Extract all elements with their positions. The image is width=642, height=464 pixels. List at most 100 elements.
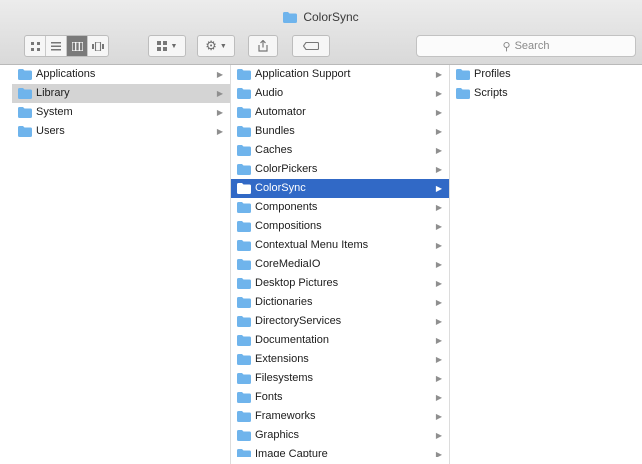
window-toolbar: ColorSync ▼ ⚙ ▼ ⚲ Search xyxy=(0,0,642,65)
chevron-right-icon: ▶ xyxy=(216,89,223,98)
folder-label: Contextual Menu Items xyxy=(255,239,369,251)
folder-row[interactable]: Dictionaries ▶ xyxy=(231,293,449,312)
folder-row[interactable]: CoreMediaIO ▶ xyxy=(231,255,449,274)
folder-icon xyxy=(237,69,251,80)
folder-icon xyxy=(237,202,251,213)
folder-row[interactable]: ColorPickers ▶ xyxy=(231,160,449,179)
chevron-right-icon: ▶ xyxy=(435,146,442,155)
column-view-button[interactable] xyxy=(67,36,88,56)
chevron-right-icon: ▶ xyxy=(435,279,442,288)
folder-icon xyxy=(18,88,32,99)
folder-row[interactable]: Applications ▶ xyxy=(12,65,230,84)
chevron-down-icon: ▼ xyxy=(170,42,178,50)
folder-row[interactable]: Automator ▶ xyxy=(231,103,449,122)
folder-label: Bundles xyxy=(255,125,295,137)
folder-row[interactable]: Scripts xyxy=(450,84,642,103)
folder-label: Scripts xyxy=(474,87,508,99)
folder-label: Audio xyxy=(255,87,284,99)
chevron-right-icon: ▶ xyxy=(435,355,442,364)
folder-label: Compositions xyxy=(255,220,322,232)
folder-row[interactable]: Graphics ▶ xyxy=(231,426,449,445)
folder-row[interactable]: Image Capture ▶ xyxy=(231,445,449,457)
folder-icon xyxy=(237,449,251,457)
folder-row[interactable]: Contextual Menu Items ▶ xyxy=(231,236,449,255)
folder-row[interactable]: Frameworks ▶ xyxy=(231,407,449,426)
folder-label: Application Support xyxy=(255,68,351,80)
chevron-right-icon: ▶ xyxy=(216,127,223,136)
folder-label: Fonts xyxy=(255,391,283,403)
chevron-right-icon: ▶ xyxy=(435,374,442,383)
folder-icon xyxy=(283,12,298,23)
folder-row[interactable]: DirectoryServices ▶ xyxy=(231,312,449,331)
action-button[interactable]: ⚙ ▼ xyxy=(197,35,235,57)
folder-icon xyxy=(237,430,251,441)
list-view-button[interactable] xyxy=(46,36,67,56)
folder-icon xyxy=(237,164,251,175)
search-field[interactable]: ⚲ Search xyxy=(416,35,636,57)
window-title: ColorSync xyxy=(0,10,642,24)
column-browser: Applications ▶ Library ▶ System ▶ Users ▶ Appli… xyxy=(0,65,642,464)
icon-view-button[interactable] xyxy=(25,36,46,56)
share-button[interactable] xyxy=(248,35,278,57)
folder-icon xyxy=(237,183,251,194)
folder-row[interactable]: ColorSync ▶ xyxy=(231,179,449,198)
arrange-grid-icon xyxy=(156,41,167,51)
column-2[interactable]: Application Support ▶ Audio ▶ Automator ▶ Bund… xyxy=(231,65,450,464)
folder-row[interactable]: Users ▶ xyxy=(12,122,230,141)
chevron-right-icon: ▶ xyxy=(435,165,442,174)
folder-icon xyxy=(237,145,251,156)
chevron-down-icon: ▼ xyxy=(219,42,227,50)
folder-icon xyxy=(237,88,251,99)
search-placeholder: Search xyxy=(514,40,550,52)
folder-icon xyxy=(237,316,251,327)
folder-row[interactable]: Fonts ▶ xyxy=(231,388,449,407)
folder-label: Library xyxy=(36,87,70,99)
chevron-right-icon: ▶ xyxy=(435,70,442,79)
folder-label: Image Capture xyxy=(255,448,328,457)
folder-icon xyxy=(237,221,251,232)
folder-row[interactable]: Components ▶ xyxy=(231,198,449,217)
share-icon xyxy=(258,40,268,52)
folder-icon xyxy=(237,107,251,118)
cover-flow-view-button[interactable] xyxy=(88,36,108,56)
chevron-right-icon: ▶ xyxy=(216,70,223,79)
list-icon xyxy=(51,41,61,50)
folder-icon xyxy=(237,278,251,289)
edit-tags-button[interactable] xyxy=(292,35,330,57)
chevron-right-icon: ▶ xyxy=(216,108,223,117)
chevron-right-icon: ▶ xyxy=(435,127,442,136)
folder-icon xyxy=(237,354,251,365)
folder-row[interactable]: Extensions ▶ xyxy=(231,350,449,369)
folder-label: Dictionaries xyxy=(255,296,313,308)
chevron-right-icon: ▶ xyxy=(435,412,442,421)
folder-label: Filesystems xyxy=(255,372,314,384)
folder-label: ColorSync xyxy=(255,182,306,194)
view-mode-control[interactable] xyxy=(24,35,109,57)
chevron-right-icon: ▶ xyxy=(435,89,442,98)
column-1[interactable]: Applications ▶ Library ▶ System ▶ Users ▶ xyxy=(12,65,231,464)
folder-label: Extensions xyxy=(255,353,309,365)
gear-icon: ⚙ xyxy=(205,38,217,53)
folder-row[interactable]: Compositions ▶ xyxy=(231,217,449,236)
folder-row[interactable]: Library ▶ xyxy=(12,84,230,103)
folder-row[interactable]: Filesystems ▶ xyxy=(231,369,449,388)
folder-label: Profiles xyxy=(474,68,511,80)
folder-row[interactable]: Bundles ▶ xyxy=(231,122,449,141)
arrange-button[interactable]: ▼ xyxy=(148,35,186,57)
column-3[interactable]: Profiles Scripts xyxy=(450,65,642,464)
folder-icon xyxy=(237,126,251,137)
folder-row[interactable]: Documentation ▶ xyxy=(231,331,449,350)
folder-label: Components xyxy=(255,201,318,213)
folder-label: Users xyxy=(36,125,65,137)
folder-row[interactable]: Caches ▶ xyxy=(231,141,449,160)
columns-icon xyxy=(71,41,83,51)
folder-label: Desktop Pictures xyxy=(255,277,339,289)
folder-row[interactable]: Desktop Pictures ▶ xyxy=(231,274,449,293)
folder-row[interactable]: Profiles xyxy=(450,65,642,84)
folder-row[interactable]: Application Support ▶ xyxy=(231,65,449,84)
tag-icon xyxy=(303,42,319,50)
folder-row[interactable]: System ▶ xyxy=(12,103,230,122)
chevron-right-icon: ▶ xyxy=(435,260,442,269)
chevron-right-icon: ▶ xyxy=(435,393,442,402)
folder-row[interactable]: Audio ▶ xyxy=(231,84,449,103)
